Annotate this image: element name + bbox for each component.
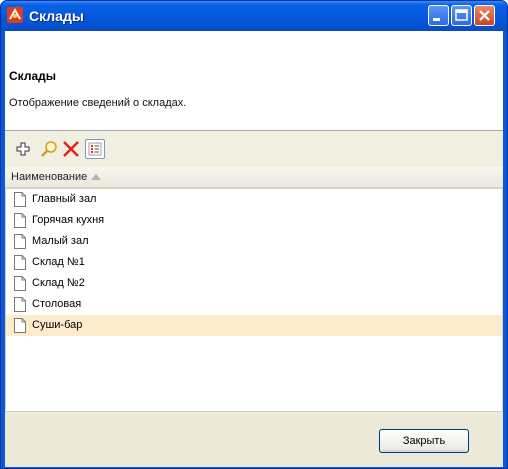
list-item-selected[interactable]: Суши-бар — [6, 315, 502, 336]
page-description: Отображение сведений о складах. — [9, 97, 187, 109]
document-icon — [14, 318, 26, 333]
search-icon — [41, 141, 57, 157]
list-item-label: Склад №2 — [32, 277, 85, 289]
document-icon — [14, 255, 26, 270]
list-item-label: Главный зал — [32, 193, 97, 205]
app-icon — [7, 7, 23, 23]
list-item[interactable]: Главный зал — [6, 189, 502, 210]
close-icon — [479, 10, 490, 21]
find-button[interactable] — [39, 139, 59, 159]
list-item[interactable]: Горячая кухня — [6, 210, 502, 231]
warehouses-window: Склады Склады Отображение сведений о скл… — [0, 0, 508, 469]
list-item-label: Суши-бар — [32, 319, 83, 331]
page-title: Склады — [9, 69, 56, 83]
sort-ascending-icon — [91, 174, 101, 180]
document-icon — [14, 297, 26, 312]
list-item-label: Столовая — [32, 298, 82, 310]
header-panel: Склады Отображение сведений о складах. — [5, 31, 503, 130]
view-button[interactable] — [85, 139, 105, 159]
close-button[interactable]: Закрыть — [379, 429, 469, 453]
document-icon — [14, 213, 26, 228]
list-item-label: Склад №1 — [32, 256, 85, 268]
plus-icon — [16, 142, 30, 156]
minimize-icon — [433, 18, 440, 21]
delete-button[interactable] — [61, 139, 81, 159]
delete-icon — [63, 141, 79, 157]
list-item[interactable]: Малый зал — [6, 231, 502, 252]
list-item[interactable]: Склад №2 — [6, 273, 502, 294]
column-header-name[interactable]: Наименование — [5, 167, 503, 189]
maximize-icon — [455, 9, 468, 21]
document-icon — [14, 276, 26, 291]
warehouse-list[interactable]: Главный зал Горячая кухня Малый зал Скла… — [5, 189, 503, 411]
title-bar[interactable]: Склады — [1, 1, 507, 31]
minimize-button[interactable] — [428, 5, 449, 26]
close-window-button[interactable] — [474, 5, 495, 26]
window-title: Склады — [29, 8, 84, 24]
list-item[interactable]: Склад №1 — [6, 252, 502, 273]
document-icon — [14, 234, 26, 249]
list-item-label: Малый зал — [32, 235, 89, 247]
column-header-label: Наименование — [11, 171, 88, 183]
view-icon — [88, 142, 102, 156]
list-item-label: Горячая кухня — [32, 214, 105, 226]
window-client-area: Склады Отображение сведений о складах. Н… — [5, 31, 503, 467]
list-item[interactable]: Столовая — [6, 294, 502, 315]
maximize-button[interactable] — [451, 5, 472, 26]
add-button[interactable] — [13, 139, 33, 159]
document-icon — [14, 192, 26, 207]
footer-panel: Закрыть — [5, 411, 503, 467]
toolbar — [5, 131, 503, 167]
